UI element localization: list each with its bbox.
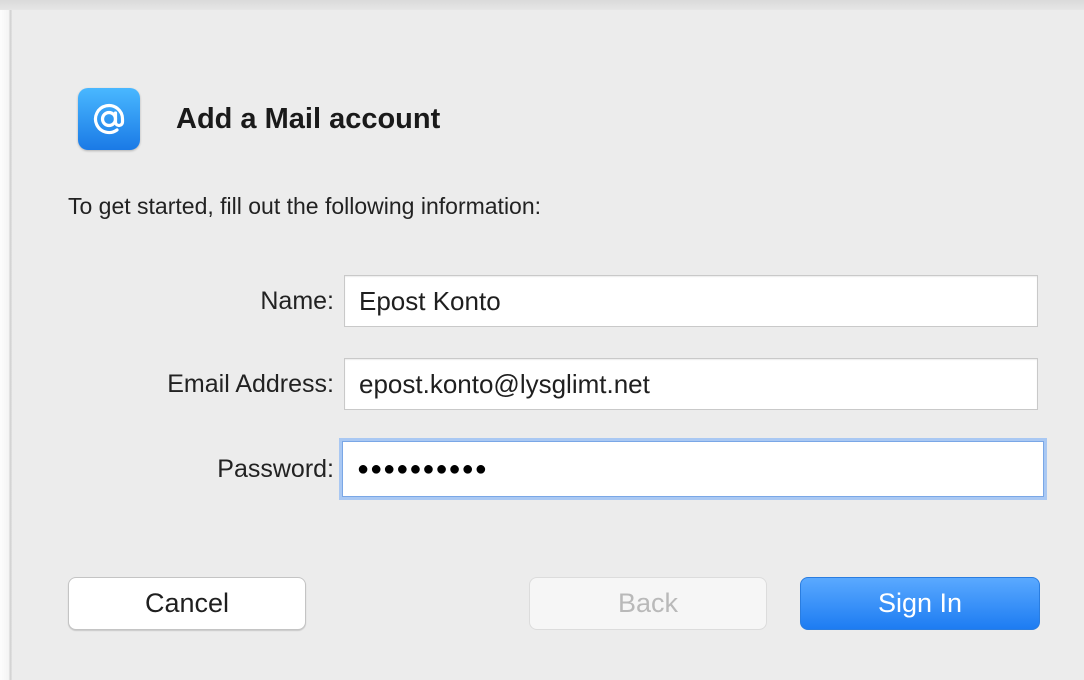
name-row: Name: — [0, 275, 1084, 327]
email-label: Email Address: — [167, 370, 334, 398]
dialog-title: Add a Mail account — [176, 102, 441, 135]
password-field[interactable] — [342, 441, 1044, 497]
sign-in-button[interactable]: Sign In — [800, 577, 1040, 630]
dialog-header: Add a Mail account — [78, 88, 440, 150]
password-row: Password: — [0, 441, 1084, 497]
back-button[interactable]: Back — [529, 577, 767, 630]
window-top-edge — [0, 0, 1084, 10]
mail-account-dialog: Add a Mail account To get started, fill … — [0, 0, 1084, 680]
intro-text: To get started, fill out the following i… — [68, 193, 542, 219]
at-sign-icon — [93, 103, 125, 135]
email-row: Email Address: — [0, 358, 1084, 410]
password-label: Password: — [217, 455, 334, 483]
email-field[interactable] — [344, 358, 1038, 410]
name-label: Name: — [260, 287, 334, 315]
window-left-edge — [0, 10, 12, 680]
at-sign-mail-icon — [78, 88, 140, 150]
name-field[interactable] — [344, 275, 1038, 327]
cancel-button[interactable]: Cancel — [68, 577, 306, 630]
